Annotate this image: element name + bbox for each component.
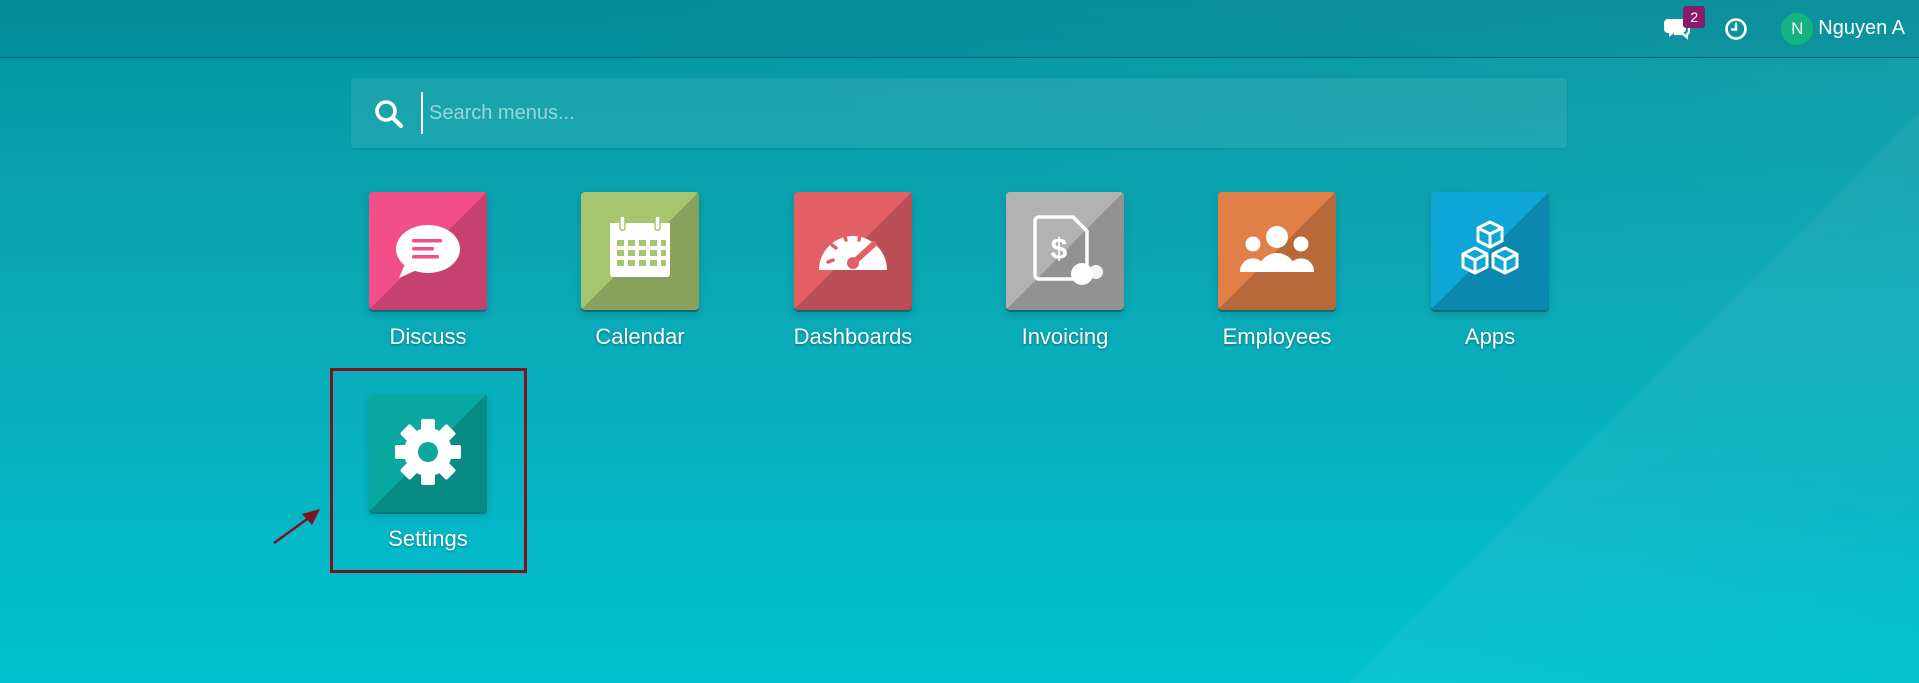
unread-count-badge: 2 xyxy=(1683,5,1706,28)
app-tile-apps xyxy=(1431,192,1549,310)
app-label: Settings xyxy=(388,526,468,551)
app-label: Employees xyxy=(1222,324,1332,349)
people-icon xyxy=(1239,226,1315,272)
app-label: Invoicing xyxy=(1021,324,1109,349)
activity-button[interactable] xyxy=(1719,12,1753,46)
avatar: N xyxy=(1781,12,1814,45)
app-apps[interactable]: Apps xyxy=(1420,192,1560,350)
app-discuss[interactable]: Discuss xyxy=(358,192,498,350)
calendar-icon xyxy=(610,215,670,277)
app-tile-dashboards xyxy=(794,192,912,310)
app-label: Dashboards xyxy=(793,324,913,349)
systray: 2 N Nguyen A xyxy=(1659,0,1905,57)
user-name: Nguyen A xyxy=(1818,17,1905,39)
app-label: Discuss xyxy=(389,324,467,349)
messaging-button[interactable]: 2 xyxy=(1659,5,1706,46)
app-tile-settings xyxy=(369,394,487,512)
app-tile-employees xyxy=(1218,192,1336,310)
clock-icon xyxy=(1725,17,1748,40)
top-navbar: 2 N Nguyen A xyxy=(0,0,1919,58)
cubes-icon xyxy=(1461,220,1519,275)
app-invoicing[interactable]: $ Invoicing xyxy=(995,192,1135,350)
app-tile-discuss xyxy=(369,192,487,310)
app-tile-calendar xyxy=(581,192,699,310)
user-menu[interactable]: N Nguyen A xyxy=(1781,12,1905,45)
app-dashboards[interactable]: Dashboards xyxy=(783,192,923,350)
search-input[interactable] xyxy=(421,92,1541,134)
speedometer-icon xyxy=(819,233,887,270)
app-settings[interactable]: Settings xyxy=(358,394,498,552)
search-bar xyxy=(351,78,1567,148)
invoice-icon: $ xyxy=(1033,215,1103,285)
app-label: Calendar xyxy=(595,324,685,349)
gear-icon xyxy=(395,419,461,485)
svg-text:$: $ xyxy=(1051,233,1068,266)
app-tile-invoicing: $ xyxy=(1006,192,1124,310)
app-calendar[interactable]: Calendar xyxy=(570,192,710,350)
app-employees[interactable]: Employees xyxy=(1207,192,1347,350)
search-icon xyxy=(375,100,404,129)
app-label: Apps xyxy=(1464,324,1516,349)
annotation-arrow-icon xyxy=(273,509,320,545)
chat-bubble-icon xyxy=(396,225,460,278)
